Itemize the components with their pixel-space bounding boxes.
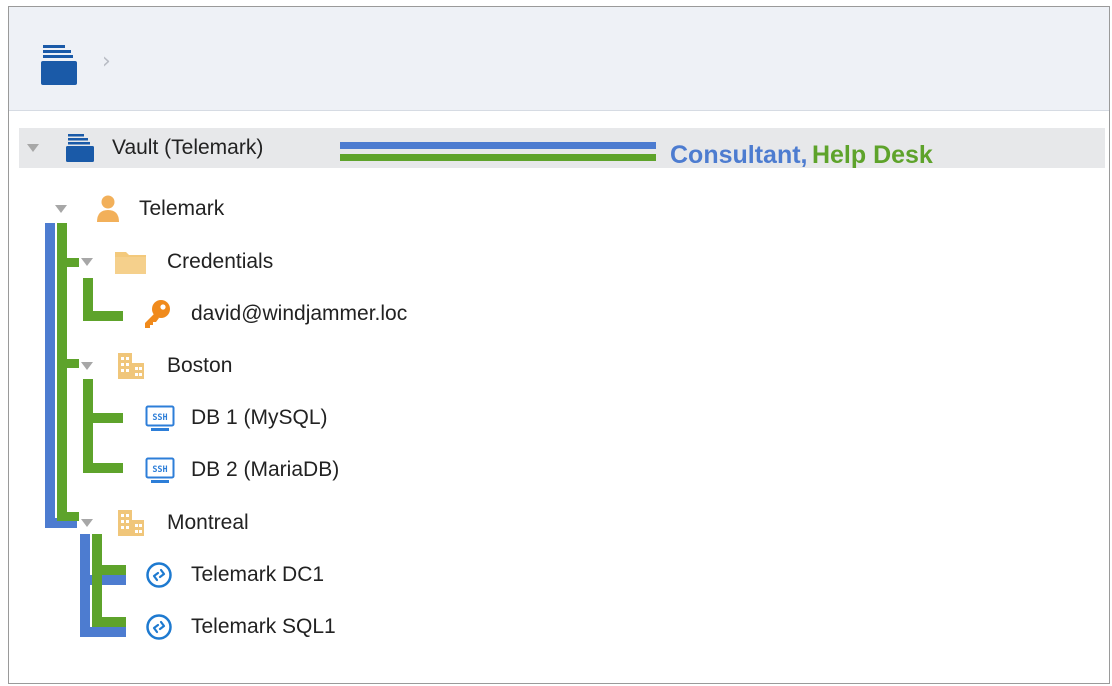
breadcrumb: › [9, 7, 1109, 111]
key-icon [141, 298, 173, 335]
tree-node-label: Montreal [167, 511, 249, 534]
vault-tree: Vault (Telemark) Consultant, Help Desk T… [9, 111, 1109, 671]
helpdesk-connector-line [92, 534, 102, 627]
helpdesk-connector-line [92, 617, 126, 627]
helpdesk-connector-line [83, 379, 93, 473]
navigation-panel: › Vault (Telemark) Consultant, Help Desk [8, 6, 1110, 684]
vault-icon [65, 133, 97, 168]
helpdesk-connector-line [83, 463, 123, 473]
helpdesk-connector-line [57, 359, 79, 368]
helpdesk-permission-bar [340, 154, 656, 161]
tree-node-label: DB 1 (MySQL) [191, 406, 328, 429]
folder-icon [114, 249, 148, 280]
ssh-icon: SSH [145, 405, 175, 438]
consultant-role-label: Consultant, [670, 141, 808, 169]
tree-node-label: Boston [167, 354, 233, 377]
helpdesk-connector-line [92, 565, 126, 575]
ssh-icon: SSH [145, 457, 175, 490]
ssh-badge-text: SSH [152, 413, 167, 423]
tree-node-label: Telemark SQL1 [191, 615, 336, 638]
tree-node-label: Telemark [139, 197, 225, 220]
helpdesk-connector-line [57, 223, 67, 520]
tree-node-label: Vault (Telemark) [112, 136, 264, 159]
consultant-connector-line [45, 223, 55, 528]
tree-node-label: Telemark DC1 [191, 563, 325, 586]
helpdesk-connector-line [57, 512, 79, 521]
consultant-connector-line [80, 575, 126, 585]
expand-arrow-icon[interactable] [55, 205, 67, 213]
expand-arrow-icon[interactable] [81, 258, 93, 266]
rdp-icon [145, 561, 173, 594]
helpdesk-role-label: Help Desk [811, 141, 933, 169]
building-icon [116, 508, 146, 543]
consultant-connector-line [80, 627, 126, 637]
permission-legend: Consultant, Help Desk [670, 141, 933, 170]
helpdesk-connector-line [83, 413, 123, 423]
rdp-icon [145, 613, 173, 646]
ssh-badge-text: SSH [152, 465, 167, 475]
helpdesk-connector-line [83, 311, 123, 321]
user-icon [94, 193, 122, 228]
tree-node-label: david@windjammer.loc [191, 302, 408, 325]
building-icon [116, 351, 146, 386]
expand-arrow-icon[interactable] [81, 362, 93, 370]
consultant-permission-bar [340, 142, 656, 149]
expand-arrow-icon[interactable] [81, 519, 93, 527]
vault-icon[interactable] [39, 43, 83, 92]
expand-arrow-icon[interactable] [27, 144, 39, 152]
helpdesk-connector-line [57, 258, 79, 267]
breadcrumb-separator: › [102, 49, 111, 74]
consultant-connector-line [80, 534, 90, 637]
tree-node-label: DB 2 (MariaDB) [191, 458, 340, 481]
tree-node-label: Credentials [167, 250, 274, 273]
